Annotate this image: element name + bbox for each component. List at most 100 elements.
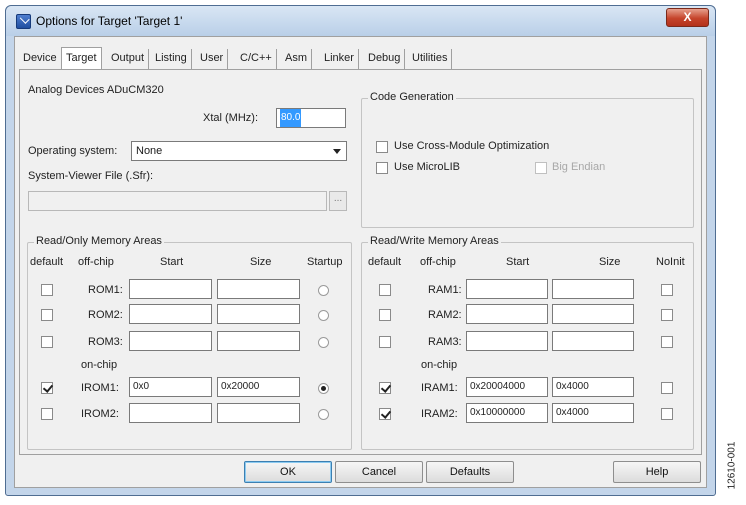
cancel-button[interactable]: Cancel <box>335 461 423 483</box>
rom-onchip-label: on-chip <box>81 359 118 371</box>
ram-header-size: Size <box>599 256 621 268</box>
ram3-default-checkbox[interactable] <box>379 336 391 348</box>
close-button[interactable]: X <box>666 8 709 27</box>
tab-target[interactable]: Target <box>61 47 102 69</box>
irom1-startup-radio[interactable] <box>318 383 329 394</box>
microlib-checkbox[interactable] <box>376 162 388 174</box>
tab-c-cpp[interactable]: C/C++ <box>236 49 277 69</box>
ram-onchip-label: on-chip <box>421 359 458 371</box>
ram3-start-input[interactable] <box>466 331 548 351</box>
irom2-start-input[interactable] <box>129 403 212 423</box>
figure-id-text: 12610-001 <box>726 441 738 490</box>
code-generation-title: Code Generation <box>368 91 456 103</box>
cross-module-label: Use Cross-Module Optimization <box>394 140 550 152</box>
big-endian-checkbox[interactable] <box>535 162 547 174</box>
figure-id-label: 12610-001 <box>726 438 744 498</box>
os-label: Operating system: <box>28 145 118 157</box>
tab-device[interactable]: Device <box>19 49 62 69</box>
window-title: Options for Target 'Target 1' <box>36 14 183 28</box>
ram3-label: RAM3: <box>428 336 462 348</box>
tab-asm[interactable]: Asm <box>281 49 312 69</box>
svf-label: System-Viewer File (.Sfr): <box>28 170 154 182</box>
ram-header-start: Start <box>506 256 530 268</box>
ram2-noinit-checkbox[interactable] <box>661 309 673 321</box>
dialog-button-bar: OK Cancel Defaults Help <box>19 461 702 483</box>
rom3-size-input[interactable] <box>217 331 300 351</box>
ram1-start-input[interactable] <box>466 279 548 299</box>
irom2-default-checkbox[interactable] <box>41 408 53 420</box>
irom1-start-input[interactable]: 0x0 <box>129 377 212 397</box>
xtal-input[interactable]: 80.0 <box>276 108 346 128</box>
rom2-default-checkbox[interactable] <box>41 309 53 321</box>
rom2-startup-radio[interactable] <box>318 310 329 321</box>
device-name: Analog Devices ADuCM320 <box>28 84 164 96</box>
iram2-size-input[interactable]: 0x4000 <box>552 403 634 423</box>
ram1-noinit-checkbox[interactable] <box>661 284 673 296</box>
ram2-default-checkbox[interactable] <box>379 309 391 321</box>
iram2-default-checkbox[interactable] <box>379 408 391 420</box>
irom1-default-checkbox[interactable] <box>41 382 53 394</box>
tab-user[interactable]: User <box>196 49 229 69</box>
rom2-label: ROM2: <box>88 309 123 321</box>
ram3-noinit-checkbox[interactable] <box>661 336 673 348</box>
rom2-start-input[interactable] <box>129 304 212 324</box>
irom2-size-input[interactable] <box>217 403 300 423</box>
tab-debug[interactable]: Debug <box>364 49 406 69</box>
rom-header-start: Start <box>160 256 184 268</box>
ram1-default-checkbox[interactable] <box>379 284 391 296</box>
microlib-label: Use MicroLIB <box>394 161 461 173</box>
rom3-start-input[interactable] <box>129 331 212 351</box>
irom1-label: IROM1: <box>81 382 119 394</box>
target-tab-panel: Analog Devices ADuCM320 Xtal (MHz): 80.0… <box>19 69 702 455</box>
irom2-startup-radio[interactable] <box>318 409 329 420</box>
rom-header-size: Size <box>250 256 272 268</box>
irom1-size-input[interactable]: 0x20000 <box>217 377 300 397</box>
iram1-noinit-checkbox[interactable] <box>661 382 673 394</box>
tab-output[interactable]: Output <box>107 49 150 69</box>
tab-utilities[interactable]: Utilities <box>408 49 453 69</box>
ram2-start-input[interactable] <box>466 304 548 324</box>
os-value: None <box>136 145 163 157</box>
title-bar[interactable]: Options for Target 'Target 1' X <box>6 6 715 36</box>
rom-areas-group: Read/Only Memory Areas default off-chip … <box>27 235 352 450</box>
rom-areas-title: Read/Only Memory Areas <box>34 235 164 247</box>
tab-linker[interactable]: Linker <box>320 49 359 69</box>
svf-browse-button[interactable]: ... <box>329 191 347 211</box>
rom-header-startup: Startup <box>307 256 343 268</box>
ram-header-default: default <box>368 256 402 268</box>
iram1-size-input[interactable]: 0x4000 <box>552 377 634 397</box>
rom1-default-checkbox[interactable] <box>41 284 53 296</box>
tab-listing[interactable]: Listing <box>151 49 192 69</box>
big-endian-label: Big Endian <box>552 161 606 173</box>
xtal-label: Xtal (MHz): <box>203 112 258 124</box>
iram1-start-input[interactable]: 0x20004000 <box>466 377 548 397</box>
ok-button[interactable]: OK <box>244 461 332 483</box>
svf-input[interactable] <box>28 191 327 211</box>
iram1-default-checkbox[interactable] <box>379 382 391 394</box>
ram-header-noinit: NoInit <box>656 256 685 268</box>
ram1-label: RAM1: <box>428 284 462 296</box>
ram3-size-input[interactable] <box>552 331 634 351</box>
os-select[interactable]: None <box>131 141 347 161</box>
chevron-down-icon <box>333 149 341 154</box>
code-generation-group: Code Generation Use Cross-Module Optimiz… <box>361 91 694 228</box>
cross-module-checkbox[interactable] <box>376 141 388 153</box>
rom2-size-input[interactable] <box>217 304 300 324</box>
rom1-start-input[interactable] <box>129 279 212 299</box>
defaults-button[interactable]: Defaults <box>426 461 514 483</box>
rom3-startup-radio[interactable] <box>318 337 329 348</box>
help-button[interactable]: Help <box>613 461 701 483</box>
options-dialog: Options for Target 'Target 1' X Device T… <box>5 5 716 496</box>
ram-header-offchip: off-chip <box>420 256 456 268</box>
iram2-noinit-checkbox[interactable] <box>661 408 673 420</box>
rom1-startup-radio[interactable] <box>318 285 329 296</box>
irom2-label: IROM2: <box>81 408 119 420</box>
rom1-size-input[interactable] <box>217 279 300 299</box>
iram2-start-input[interactable]: 0x10000000 <box>466 403 548 423</box>
iram1-label: IRAM1: <box>421 382 458 394</box>
ram-areas-title: Read/Write Memory Areas <box>368 235 501 247</box>
ram2-size-input[interactable] <box>552 304 634 324</box>
ram1-size-input[interactable] <box>552 279 634 299</box>
rom3-default-checkbox[interactable] <box>41 336 53 348</box>
rom-header-offchip: off-chip <box>78 256 114 268</box>
